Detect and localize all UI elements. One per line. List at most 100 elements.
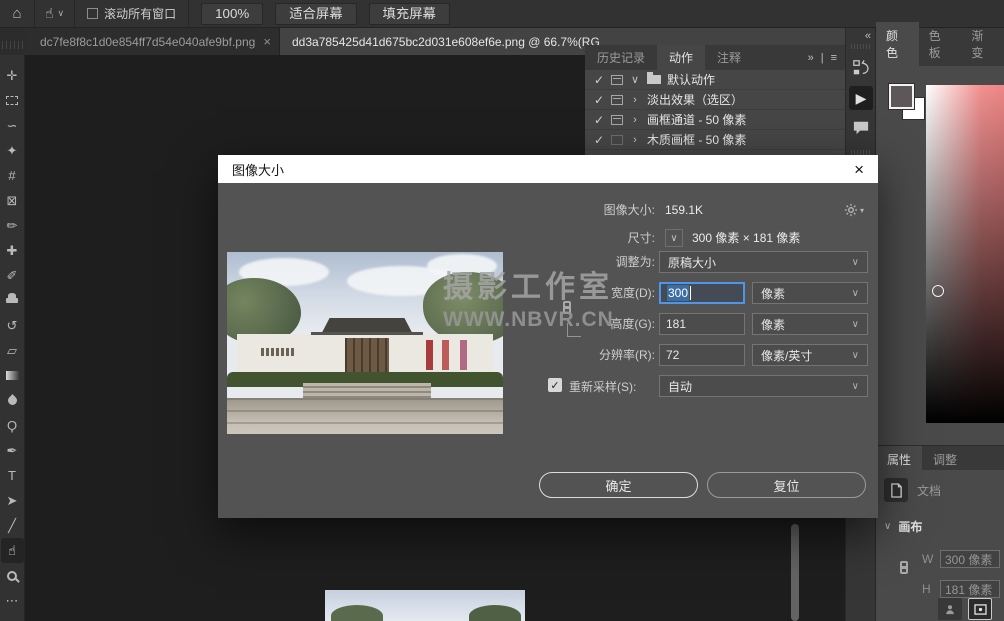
reset-button[interactable]: 复位 [707, 472, 866, 498]
tab-actions[interactable]: 动作 [657, 45, 705, 70]
dock-grip[interactable] [851, 44, 871, 49]
dialog-titlebar[interactable]: 图像大小 × [218, 155, 878, 183]
action-check-icon[interactable]: ✓ [593, 133, 605, 147]
chevron-down-icon: ∨ [58, 8, 65, 19]
dialog-options[interactable]: ▾ [844, 203, 864, 217]
tab-history[interactable]: 历史记录 [585, 45, 657, 70]
action-expand-icon[interactable]: ∨ [629, 73, 641, 86]
width-unit-value: 像素 [761, 285, 785, 302]
tool-marquee[interactable] [1, 88, 24, 113]
resolution-unit-select[interactable]: 像素/英寸 ∨ [752, 344, 868, 366]
tool-line[interactable]: ╱ [1, 513, 24, 538]
actions-panel-play-icon[interactable]: ▶ [849, 86, 873, 110]
tool-dodge[interactable]: Ϙ [1, 413, 24, 438]
action-row[interactable]: ✓ › 画框通道 - 50 像素 [585, 110, 845, 130]
tool-frame[interactable]: ⊠ [1, 188, 24, 213]
tool-history-brush[interactable]: ↺ [1, 313, 24, 338]
document-icon[interactable] [884, 478, 908, 502]
divider: | [821, 52, 824, 64]
fit-to-label: 调整为: [218, 251, 655, 273]
fit-to-select[interactable]: 原稿大小 ∨ [659, 251, 868, 273]
hand-tool-indicator[interactable]: ☝ ∨ [35, 5, 74, 22]
tool-more-tools[interactable]: ⋯ [1, 588, 24, 613]
properties-panel: 属性 调整 文档 ∨ 画布 W 300 像素 H 181 像素 [875, 445, 1004, 621]
height-unit-select[interactable]: 像素 ∨ [752, 313, 868, 335]
tool-quick-select[interactable]: ✦ [1, 138, 24, 163]
action-row[interactable]: ✓ › 淡出效果（选区） [585, 90, 845, 110]
tool-zoom[interactable] [1, 563, 24, 588]
text-caret [690, 286, 691, 300]
tool-blur[interactable] [1, 388, 24, 413]
canvas-w-field[interactable]: 300 像素 [940, 550, 1000, 568]
tool-move[interactable]: ✛ [1, 63, 24, 88]
image-preview[interactable] [227, 252, 503, 434]
fit-screen-button[interactable]: 适合屏幕 [275, 3, 356, 25]
color-picker-field[interactable] [926, 85, 1004, 423]
portrait-orientation-button[interactable] [938, 598, 962, 620]
action-check-icon[interactable]: ✓ [593, 113, 605, 127]
action-row[interactable]: ✓ ∨ 默认动作 [585, 70, 845, 90]
tool-path-select[interactable]: ➤ [1, 488, 24, 513]
collapse-panels-icon[interactable]: « [865, 30, 870, 42]
canvas-w-label: W [922, 552, 940, 566]
tab-color[interactable]: 颜色 [876, 22, 919, 66]
action-expand-icon[interactable]: › [629, 94, 641, 106]
zoom-100-button[interactable]: 100% [201, 3, 263, 25]
history-panel-icon[interactable] [849, 56, 873, 80]
tool-clone-stamp[interactable] [1, 288, 24, 313]
action-expand-icon[interactable]: › [629, 134, 641, 146]
resample-select[interactable]: 自动 ∨ [659, 375, 868, 397]
tab-swatches[interactable]: 色板 [919, 22, 962, 66]
resample-checkbox[interactable]: ✓ [548, 378, 562, 392]
action-dialog-toggle-icon[interactable] [611, 135, 623, 145]
dimensions-dropdown-icon[interactable]: ∨ [665, 229, 683, 247]
tab-gradients[interactable]: 渐变 [961, 22, 1004, 66]
tool-eyedropper[interactable]: ✏ [1, 213, 24, 238]
resolution-input[interactable]: 72 [659, 344, 745, 366]
tool-healing-brush[interactable]: ✚ [1, 238, 24, 263]
tool-pen[interactable]: ✒ [1, 438, 24, 463]
width-input[interactable]: 300 [659, 282, 745, 304]
action-expand-icon[interactable]: › [629, 114, 641, 126]
notes-panel-icon[interactable] [849, 116, 873, 140]
action-dialog-toggle-icon[interactable] [611, 75, 623, 85]
tab-properties[interactable]: 属性 [876, 446, 922, 470]
document-tab-1-label: dc7fe8f8c1d0e854ff7d54e040afe9bf.png [40, 35, 255, 49]
action-check-icon[interactable]: ✓ [593, 93, 605, 107]
action-dialog-toggle-icon[interactable] [611, 115, 623, 125]
close-icon[interactable]: × [263, 34, 271, 49]
scroll-all-windows-checkbox[interactable]: 滚动所有窗口 [75, 5, 188, 22]
panel-expand-icon[interactable]: » [808, 52, 814, 64]
action-check-icon[interactable]: ✓ [593, 73, 605, 87]
close-icon[interactable]: × [854, 161, 864, 178]
landscape-orientation-button[interactable] [968, 598, 992, 620]
action-dialog-toggle-icon[interactable] [611, 95, 623, 105]
action-row[interactable]: ✓ › 木质画框 - 50 像素 [585, 130, 845, 150]
width-unit-select[interactable]: 像素 ∨ [752, 282, 868, 304]
link-dimensions-icon[interactable] [900, 561, 908, 578]
foreground-color-swatch[interactable] [889, 84, 914, 109]
color-cursor[interactable] [932, 285, 944, 297]
tool-eraser[interactable]: ▱ [1, 338, 24, 363]
tool-gradient[interactable] [1, 363, 24, 388]
tab-notes[interactable]: 注释 [705, 45, 753, 70]
resample-value: 自动 [668, 378, 692, 395]
fill-screen-button[interactable]: 填充屏幕 [369, 3, 450, 25]
chevron-down-icon: ∨ [852, 319, 859, 330]
panel-menu-icon[interactable]: ≡ [831, 52, 837, 64]
folder-icon [647, 75, 661, 84]
tool-lasso[interactable]: ∽ [1, 113, 24, 138]
tool-type[interactable]: T [1, 463, 24, 488]
chevron-down-icon[interactable]: ∨ [884, 521, 891, 532]
ok-button[interactable]: 确定 [539, 472, 698, 498]
tool-crop[interactable]: # [1, 163, 24, 188]
tool-brush[interactable]: ✐ [1, 263, 24, 288]
resolution-value: 72 [666, 348, 679, 362]
canvas-scrollbar[interactable] [791, 524, 799, 621]
canvas-h-field[interactable]: 181 像素 [940, 580, 1000, 598]
home-icon[interactable]: ⌂ [0, 5, 34, 22]
tab-adjustments[interactable]: 调整 [922, 446, 968, 470]
document-tab-1[interactable]: dc7fe8f8c1d0e854ff7d54e040afe9bf.png × [28, 28, 280, 55]
tool-hand[interactable]: ☝ [1, 538, 24, 563]
height-input[interactable]: 181 [659, 313, 745, 335]
